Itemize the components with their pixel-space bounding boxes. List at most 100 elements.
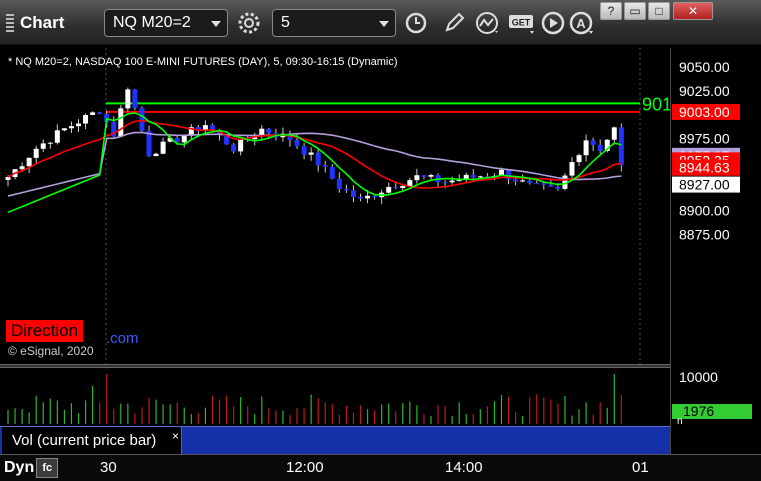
candle-body <box>83 114 89 124</box>
candle-body <box>442 182 448 184</box>
volume-pane[interactable] <box>0 368 670 426</box>
clock-icon[interactable] <box>403 10 429 36</box>
fc-icon[interactable]: fc <box>36 458 59 478</box>
price-tick-label: 8900.00 <box>679 202 730 218</box>
candle-body <box>329 166 335 179</box>
dyn-label: Dyn <box>4 459 35 476</box>
price-marker-label: 8944.63 <box>679 160 730 176</box>
dynamic-toggle[interactable]: Dyn fc <box>4 458 59 478</box>
candle-body <box>301 146 307 155</box>
chevron-down-icon[interactable] <box>379 21 389 27</box>
maximize-button[interactable]: □ <box>648 2 670 20</box>
candle-body <box>26 157 32 167</box>
price-chart-svg[interactable]: 901 <box>0 48 672 364</box>
candle-body <box>97 112 103 115</box>
play-icon[interactable] <box>540 10 566 36</box>
price-tick-label: 9050.00 <box>679 59 730 75</box>
candle-body <box>315 152 321 166</box>
time-axis[interactable]: Dyn fc 30 12:00 14:00 01 <box>0 454 761 481</box>
candle-body <box>576 155 582 163</box>
candle-body <box>393 186 399 189</box>
candle-body <box>618 127 624 166</box>
interval-value: 5 <box>281 14 290 31</box>
candle-body <box>449 180 455 183</box>
candle-body <box>343 189 349 191</box>
get-icon[interactable]: GET <box>508 10 538 36</box>
candle-body <box>358 196 363 199</box>
price-tick-label: 8875.00 <box>679 226 730 242</box>
price-tick-label: 8975.00 <box>679 131 730 147</box>
candle-body <box>336 178 342 190</box>
copyright-text: © eSignal, 2020 <box>8 344 94 358</box>
volume-tick-label: 10000 <box>679 369 718 385</box>
axis-corner <box>670 426 761 454</box>
time-tick: 12:00 <box>286 459 324 476</box>
candle-body <box>19 166 25 170</box>
time-tick: 01 <box>632 459 649 476</box>
candle-body <box>611 127 617 140</box>
close-icon[interactable]: × <box>172 429 179 443</box>
candle-body <box>139 107 145 131</box>
alert-icon-label: A <box>576 16 586 31</box>
candle-body <box>372 195 378 198</box>
candle-body <box>527 180 533 184</box>
studies-icon[interactable] <box>475 10 501 36</box>
volume-label-bar: Vol (current price bar) × <box>0 426 670 455</box>
restore-button[interactable]: ▭ <box>624 2 646 20</box>
candle-body <box>266 128 272 134</box>
candle-body <box>477 176 483 178</box>
candle-body <box>132 89 138 108</box>
candle-body <box>322 165 328 167</box>
price-axis[interactable]: 9050.00 9025.00 8975.00 8927.00 8900.00 8875.… <box>670 48 761 427</box>
candle-body <box>520 180 526 182</box>
close-button[interactable]: ✕ <box>673 2 713 20</box>
candle-body <box>160 141 166 154</box>
candle-body <box>470 174 476 178</box>
candle-body <box>569 162 575 176</box>
candle-body <box>90 112 96 115</box>
candle-body <box>534 183 540 185</box>
candle-body <box>541 183 547 185</box>
ma-fast-line <box>7 112 622 214</box>
candle-body <box>231 144 237 152</box>
pencil-icon[interactable] <box>441 10 467 36</box>
volume-marker-label: 1976 <box>683 403 714 419</box>
candle-body <box>590 140 596 145</box>
candle-body <box>294 140 300 147</box>
symbol-value: NQ M20=2 <box>113 14 191 31</box>
volume-study-label[interactable]: Vol (current price bar) <box>2 427 182 455</box>
settings-icon[interactable] <box>236 10 262 36</box>
candle-body <box>47 142 53 144</box>
volume-tick-label: n <box>677 416 683 426</box>
interval-input[interactable]: 5 <box>272 9 396 37</box>
candle-body <box>428 174 434 177</box>
price-marker-label: 8927.00 <box>679 177 730 193</box>
alert-icon[interactable]: A <box>569 10 595 36</box>
candle-body <box>153 153 159 157</box>
symbol-input[interactable]: NQ M20=2 <box>104 9 228 37</box>
candle-body <box>125 89 131 109</box>
price-chart-pane[interactable]: 901 * NQ M20=2, NASDAQ 100 E-MINI FUTURE… <box>0 48 672 364</box>
candle-body <box>365 195 371 199</box>
chevron-down-icon[interactable] <box>211 21 221 27</box>
candle-body <box>414 175 420 181</box>
reference-line-label: 901 <box>642 94 670 114</box>
direction-link[interactable]: .com <box>106 330 139 347</box>
volume-chart-svg[interactable] <box>0 368 670 426</box>
price-marker-label: 9003.00 <box>679 104 730 120</box>
price-tick-label: 9025.00 <box>679 83 730 99</box>
candle-body <box>76 123 81 127</box>
candle-body <box>350 190 356 197</box>
candle-body <box>5 177 11 180</box>
help-button[interactable]: ? <box>600 2 622 20</box>
candle-body <box>40 143 46 149</box>
title-bar: Chart NQ M20=2 5 GET A ? ▭ □ ✕ <box>0 0 761 45</box>
candle-body <box>54 130 60 143</box>
drag-grip-icon[interactable] <box>6 14 14 32</box>
candle-body <box>238 138 244 152</box>
candle-body <box>513 179 519 182</box>
candle-body <box>421 175 427 177</box>
app-title[interactable]: Chart <box>6 13 64 33</box>
candle-body <box>548 184 554 187</box>
time-tick: 30 <box>100 459 117 476</box>
